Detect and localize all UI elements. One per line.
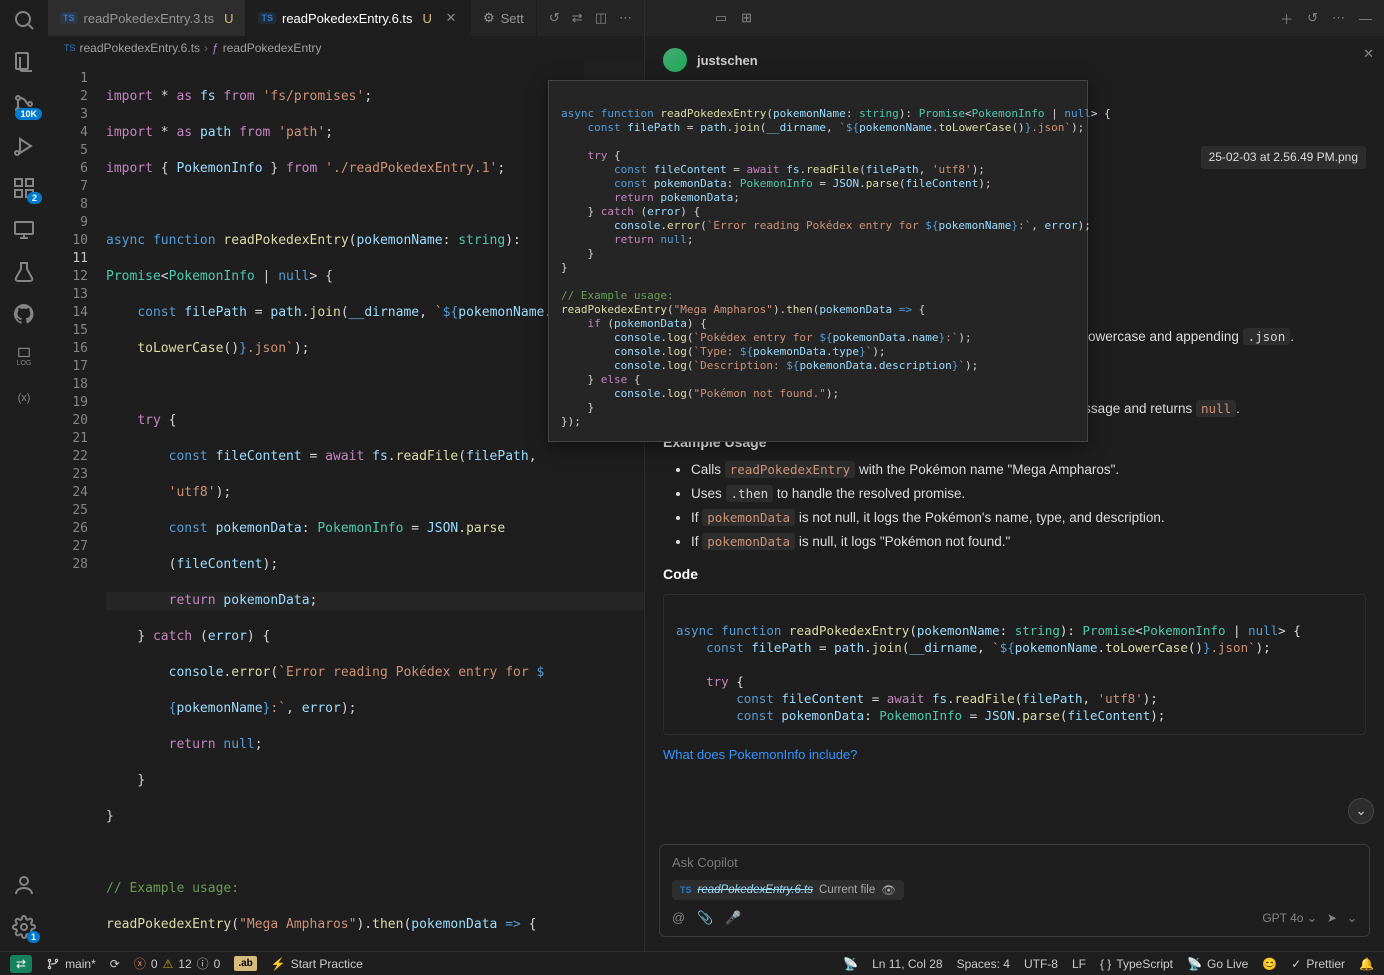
practice-button[interactable]: ⚡ Start Practice (271, 957, 363, 971)
ts-icon: TS (60, 12, 78, 24)
cursor-position[interactable]: Ln 11, Col 28 (872, 957, 943, 971)
notifications-icon[interactable]: 🔔 (1359, 957, 1374, 971)
ts-icon: TS (64, 43, 76, 53)
function-icon: ƒ (212, 41, 219, 55)
code-block[interactable]: async function readPokedexEntry(pokemonN… (663, 594, 1366, 735)
code-token: pokemonData (702, 509, 795, 526)
chat-input[interactable]: Ask Copilot TS readPokedexEntry.6.ts Cur… (659, 844, 1370, 937)
activity-bar: 10K 2 LOG (x) 1 (0, 0, 48, 951)
context-chip[interactable]: TS readPokedexEntry.6.ts Current file 👁 (672, 880, 904, 900)
mic-icon[interactable]: 🎤 (725, 910, 741, 926)
scroll-down-button[interactable]: ⌄ (1348, 798, 1374, 824)
regex-indicator[interactable]: .ab (234, 956, 256, 971)
username: justschen (697, 53, 758, 68)
account-icon[interactable] (12, 873, 36, 897)
input-placeholder: Ask Copilot (672, 855, 1357, 870)
send-icon[interactable]: ➤ (1327, 911, 1337, 925)
explorer-icon[interactable] (12, 50, 36, 74)
tab-settings[interactable]: ⚙ Sett (471, 0, 537, 36)
close-icon[interactable]: ✕ (444, 10, 458, 26)
code-token: pokemonData (702, 533, 795, 550)
chevron-right-icon: › (204, 41, 208, 55)
send-dropdown-icon[interactable]: ⌄ (1347, 911, 1357, 925)
chat-user-row: justschen (663, 48, 1366, 72)
line-gutter: 1234 5678 9101112 13141516 17181920 2122… (48, 60, 106, 951)
tab-label: readPokedexEntry.3.ts (84, 11, 215, 26)
add-icon[interactable]: ＋ (1280, 9, 1293, 28)
avatar (663, 48, 687, 72)
branch-indicator[interactable]: main* (46, 957, 96, 971)
new-chat-icon[interactable]: ⊞ (741, 10, 752, 26)
scm-badge: 10K (15, 108, 42, 120)
ts-icon: TS (680, 885, 692, 895)
ext-badge: 2 (27, 192, 42, 204)
section-heading: Code (663, 564, 1366, 586)
tab-label: Sett (501, 11, 524, 26)
settings-gear-icon[interactable]: 1 (12, 915, 36, 939)
chat-more-icon[interactable]: ⋯ (1332, 10, 1345, 26)
breadcrumb[interactable]: TS readPokedexEntry.6.ts › ƒ readPokedex… (48, 36, 644, 60)
split-icon[interactable]: ◫ (595, 10, 607, 26)
followup-suggestion[interactable]: What does PokemonInfo include? (663, 745, 1366, 765)
chat-hide-icon[interactable]: — (1359, 11, 1372, 26)
eye-off-icon[interactable]: 👁 (881, 883, 896, 897)
output-log-icon[interactable]: LOG (12, 344, 36, 368)
file-reference[interactable]: 25-02-03 at 2.56.49 PM.png (1201, 146, 1366, 169)
go-live[interactable]: 📡 Go Live (1187, 957, 1248, 971)
code-token: .json (1243, 328, 1291, 345)
chat-toggle-icon[interactable]: ▭ (715, 10, 727, 26)
scm-icon[interactable]: 10K (12, 92, 36, 116)
copilot-status-icon[interactable]: 😊 (1262, 957, 1277, 971)
modified-indicator: U (224, 11, 233, 26)
more-icon[interactable]: ⋯ (619, 10, 632, 26)
chat-history-icon[interactable]: ↺ (1307, 10, 1318, 26)
code-token: null (1196, 400, 1236, 417)
context-label: Current file (819, 884, 875, 896)
history-icon[interactable]: ↺ (549, 10, 560, 26)
close-icon[interactable]: ✕ (1363, 46, 1374, 62)
code-token: .then (726, 485, 774, 502)
tab-label: readPokedexEntry.6.ts (282, 11, 413, 26)
editor-pane: TS readPokedexEntry.3.ts U TS readPokede… (48, 0, 644, 951)
debug-icon[interactable] (12, 134, 36, 158)
modified-indicator: U (423, 11, 432, 26)
indentation[interactable]: Spaces: 4 (957, 957, 1010, 971)
tab-file-2[interactable]: TS readPokedexEntry.6.ts U ✕ (246, 0, 470, 36)
model-selector[interactable]: GPT 4o ⌄ (1262, 911, 1317, 925)
eol[interactable]: LF (1072, 957, 1086, 971)
mention-icon[interactable]: @ (672, 910, 685, 926)
breadcrumb-file[interactable]: readPokedexEntry.6.ts (80, 41, 201, 55)
encoding[interactable]: UTF-8 (1024, 957, 1058, 971)
remote-button[interactable]: ⇄ (10, 955, 32, 973)
attach-icon[interactable]: 📎 (697, 910, 713, 926)
sync-icon[interactable]: ⟳ (110, 957, 120, 971)
compare-icon[interactable]: ⇄ (572, 10, 583, 26)
remote-explorer-icon[interactable] (12, 218, 36, 242)
code-token: readPokedexEntry (725, 461, 855, 478)
hover-preview-popup: async function readPokedexEntry(pokemonN… (548, 80, 1088, 442)
tab-bar: TS readPokedexEntry.3.ts U TS readPokede… (48, 0, 644, 36)
extensions-icon[interactable]: 2 (12, 176, 36, 200)
ts-icon: TS (258, 12, 276, 24)
breadcrumb-symbol[interactable]: readPokedexEntry (223, 41, 322, 55)
settings-sliders-icon: ⚙ (483, 10, 495, 26)
language-mode[interactable]: { } TypeScript (1100, 957, 1173, 971)
broadcast-icon[interactable]: 📡 (843, 957, 858, 971)
variables-icon[interactable]: (x) (12, 386, 36, 410)
status-bar: ⇄ main* ⟳ ⓧ0 ⚠12 ⓘ0 .ab ⚡ Start Practice… (0, 951, 1384, 975)
testing-icon[interactable] (12, 260, 36, 284)
context-filename: readPokedexEntry.6.ts (698, 884, 814, 896)
chat-toolbar: ▭ ⊞ ＋ ↺ ⋯ — (645, 0, 1384, 36)
search-icon[interactable] (12, 8, 36, 32)
github-icon[interactable] (12, 302, 36, 326)
prettier-status[interactable]: ✓ Prettier (1291, 957, 1345, 971)
tab-file-1[interactable]: TS readPokedexEntry.3.ts U (48, 0, 246, 36)
problems-indicator[interactable]: ⓧ0 ⚠12 ⓘ0 (134, 955, 221, 972)
